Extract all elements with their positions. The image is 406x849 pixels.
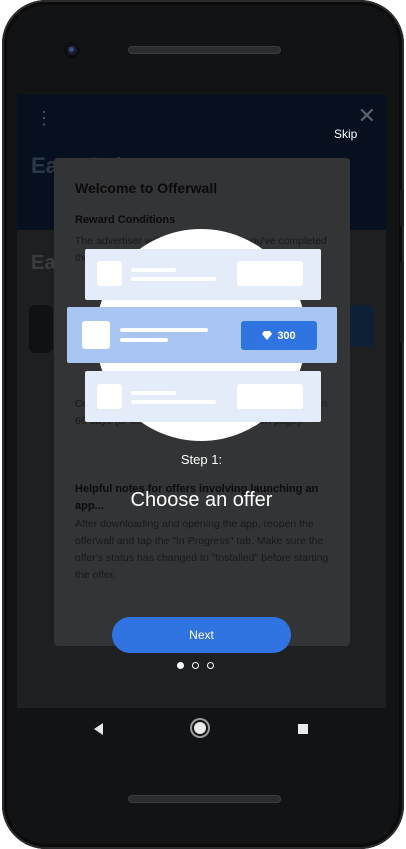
back-triangle-icon[interactable] [94,723,103,735]
offer-line [131,268,176,272]
page-dot[interactable] [207,662,214,669]
recents-square-icon[interactable] [298,724,308,734]
skip-button[interactable]: Skip [334,127,357,141]
system-navbar [17,708,386,750]
illustration-offer-card-featured: 300 [67,307,337,363]
illustration-offer-card [85,371,321,422]
offer-thumbnail [82,321,110,349]
page-indicator [177,662,214,669]
power-button [400,190,404,226]
offer-reward-pill: 300 [241,321,317,350]
bottom-speaker [128,795,281,803]
offer-reward-slot [237,384,303,409]
heart-diamond-icon [262,331,273,340]
offer-thumbnail [97,384,122,409]
illustration-offer-card [85,249,321,300]
page-dot[interactable] [192,662,199,669]
volume-button [400,262,404,342]
offer-line [120,338,168,342]
offer-reward-value: 300 [277,329,296,342]
front-camera-icon [64,42,80,58]
page-dot-active[interactable] [177,662,184,669]
home-circle-icon[interactable] [194,722,206,734]
screen: ⋮ ✕ Earn Coins Ea Welcome to Offerwall R… [17,95,386,708]
step-label: Step 1: [180,452,223,467]
offer-line [131,391,176,395]
top-speaker [128,46,281,54]
next-button[interactable]: Next [112,617,291,653]
offer-line [120,328,208,332]
offer-line [131,277,216,281]
offer-line [131,400,216,404]
step-title: Choose an offer [130,489,273,511]
offer-thumbnail [97,261,122,286]
offer-reward-slot [237,261,303,286]
